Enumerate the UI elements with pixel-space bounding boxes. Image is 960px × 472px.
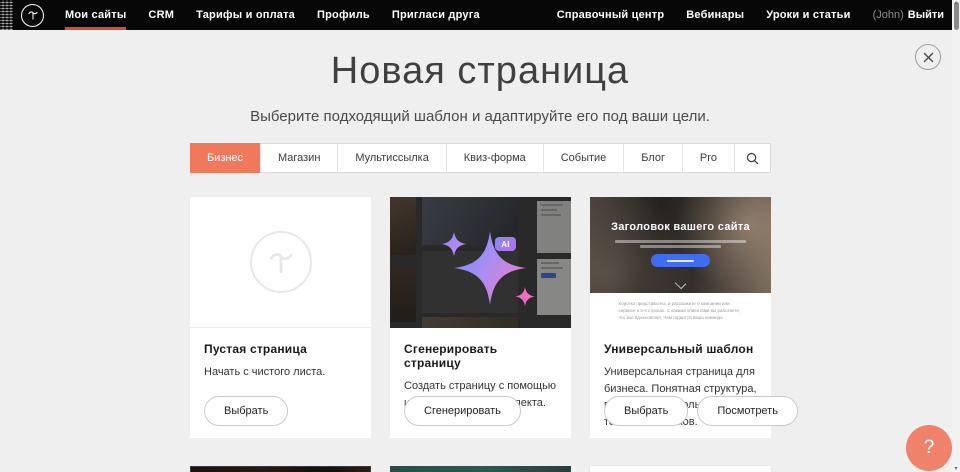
- nav-left: Мои сайты CRM Тарифы и оплата Профиль Пр…: [65, 0, 480, 30]
- nav-item-invite-friend[interactable]: Пригласи друга: [392, 0, 480, 30]
- tab-multilink[interactable]: Мультиссылка: [337, 144, 445, 172]
- tab-business[interactable]: Бизнес: [190, 143, 260, 173]
- ai-preview-collage: AI: [390, 197, 571, 328]
- partial-template-card[interactable]: [590, 466, 771, 472]
- card-title: Сгенерировать страницу: [404, 342, 557, 370]
- preview-cta-button: [651, 254, 710, 267]
- choose-blank-button[interactable]: Выбрать: [204, 396, 288, 426]
- nav-item-profile[interactable]: Профиль: [317, 0, 370, 30]
- choose-universal-button[interactable]: Выбрать: [604, 396, 688, 426]
- template-card-ai-generate[interactable]: AI Сгенерировать страницу Создать страни…: [390, 197, 571, 438]
- page-title: Новая страница: [0, 50, 960, 93]
- top-navigation-bar: Мои сайты CRM Тарифы и оплата Профиль Пр…: [0, 0, 960, 30]
- scroll-up-arrow[interactable]: ▴: [952, 0, 960, 6]
- help-button[interactable]: ?: [906, 425, 952, 471]
- user-name: (John): [873, 9, 904, 21]
- template-preview-text-block: Коротко представьтесь и расскажите о ком…: [590, 293, 771, 328]
- scrollbar-thumb[interactable]: [954, 2, 959, 30]
- background-pattern-strip: [0, 0, 13, 30]
- tab-pro[interactable]: Pro: [682, 144, 734, 172]
- partial-template-card[interactable]: [190, 466, 371, 472]
- nav-item-my-sites[interactable]: Мои сайты: [65, 0, 126, 30]
- generate-button[interactable]: Сгенерировать: [404, 396, 521, 426]
- scroll-down-arrow[interactable]: ▾: [952, 465, 960, 472]
- preview-universal-button[interactable]: Посмотреть: [697, 396, 798, 426]
- blank-page-preview: [190, 197, 371, 328]
- nav-item-lessons[interactable]: Уроки и статьи: [766, 0, 850, 30]
- text-placeholder-line: [640, 245, 721, 248]
- new-page-dialog: Мои сайты CRM Тарифы и оплата Профиль Пр…: [0, 0, 960, 472]
- page-subtitle: Выберите подходящий шаблон и адаптируйте…: [0, 108, 960, 125]
- tilda-logo[interactable]: [21, 4, 44, 27]
- card-title: Пустая страница: [204, 342, 357, 356]
- partial-template-card[interactable]: [390, 466, 571, 472]
- nav-item-pricing[interactable]: Тарифы и оплата: [196, 0, 295, 30]
- nav-item-webinars[interactable]: Вебинары: [686, 0, 744, 30]
- preview-body-text: Коротко представьтесь и расскажите о ком…: [619, 300, 743, 322]
- text-placeholder-line: [615, 240, 746, 243]
- template-category-tabs: Бизнес Магазин Мультиссылка Квиз-форма С…: [190, 143, 771, 173]
- ai-badge: AI: [495, 237, 516, 251]
- ai-sparkle-icon: [390, 197, 571, 328]
- tab-store[interactable]: Магазин: [260, 144, 337, 172]
- template-card-universal[interactable]: Заголовок вашего сайта Коротко представь…: [590, 197, 771, 438]
- template-card-blank-page[interactable]: Пустая страница Начать с чистого листа. …: [190, 197, 371, 438]
- template-preview-hero: Заголовок вашего сайта: [590, 197, 771, 293]
- page-scrollbar[interactable]: ▴ ▾: [952, 0, 960, 472]
- search-icon: [746, 152, 759, 165]
- nav-item-crm[interactable]: CRM: [148, 0, 174, 30]
- tilda-logo-icon: [26, 8, 40, 22]
- template-preview: Заголовок вашего сайта Коротко представь…: [590, 197, 771, 328]
- logout-link[interactable]: Выйти: [908, 9, 944, 21]
- tab-quiz-form[interactable]: Квиз-форма: [446, 144, 543, 172]
- card-description: Начать с чистого листа.: [204, 364, 357, 381]
- template-search-button[interactable]: [734, 144, 770, 172]
- user-chunk: (John) Выйти: [873, 9, 944, 21]
- tab-event[interactable]: Событие: [543, 144, 623, 172]
- nav-right: Справочный центр Вебинары Уроки и статьи…: [557, 0, 960, 30]
- preview-heading: Заголовок вашего сайта: [590, 221, 771, 233]
- card-body: Универсальный шаблон Универсальная стран…: [590, 328, 771, 438]
- card-body: Сгенерировать страницу Создать страницу …: [390, 328, 571, 438]
- card-title: Универсальный шаблон: [604, 342, 757, 356]
- tilda-ghost-logo-icon: [250, 231, 312, 293]
- chevron-down-icon: [675, 278, 686, 289]
- card-body: Пустая страница Начать с чистого листа. …: [190, 328, 371, 438]
- nav-item-help-center[interactable]: Справочный центр: [557, 0, 665, 30]
- question-mark-icon: ?: [924, 437, 935, 459]
- tab-blog[interactable]: Блог: [623, 144, 682, 172]
